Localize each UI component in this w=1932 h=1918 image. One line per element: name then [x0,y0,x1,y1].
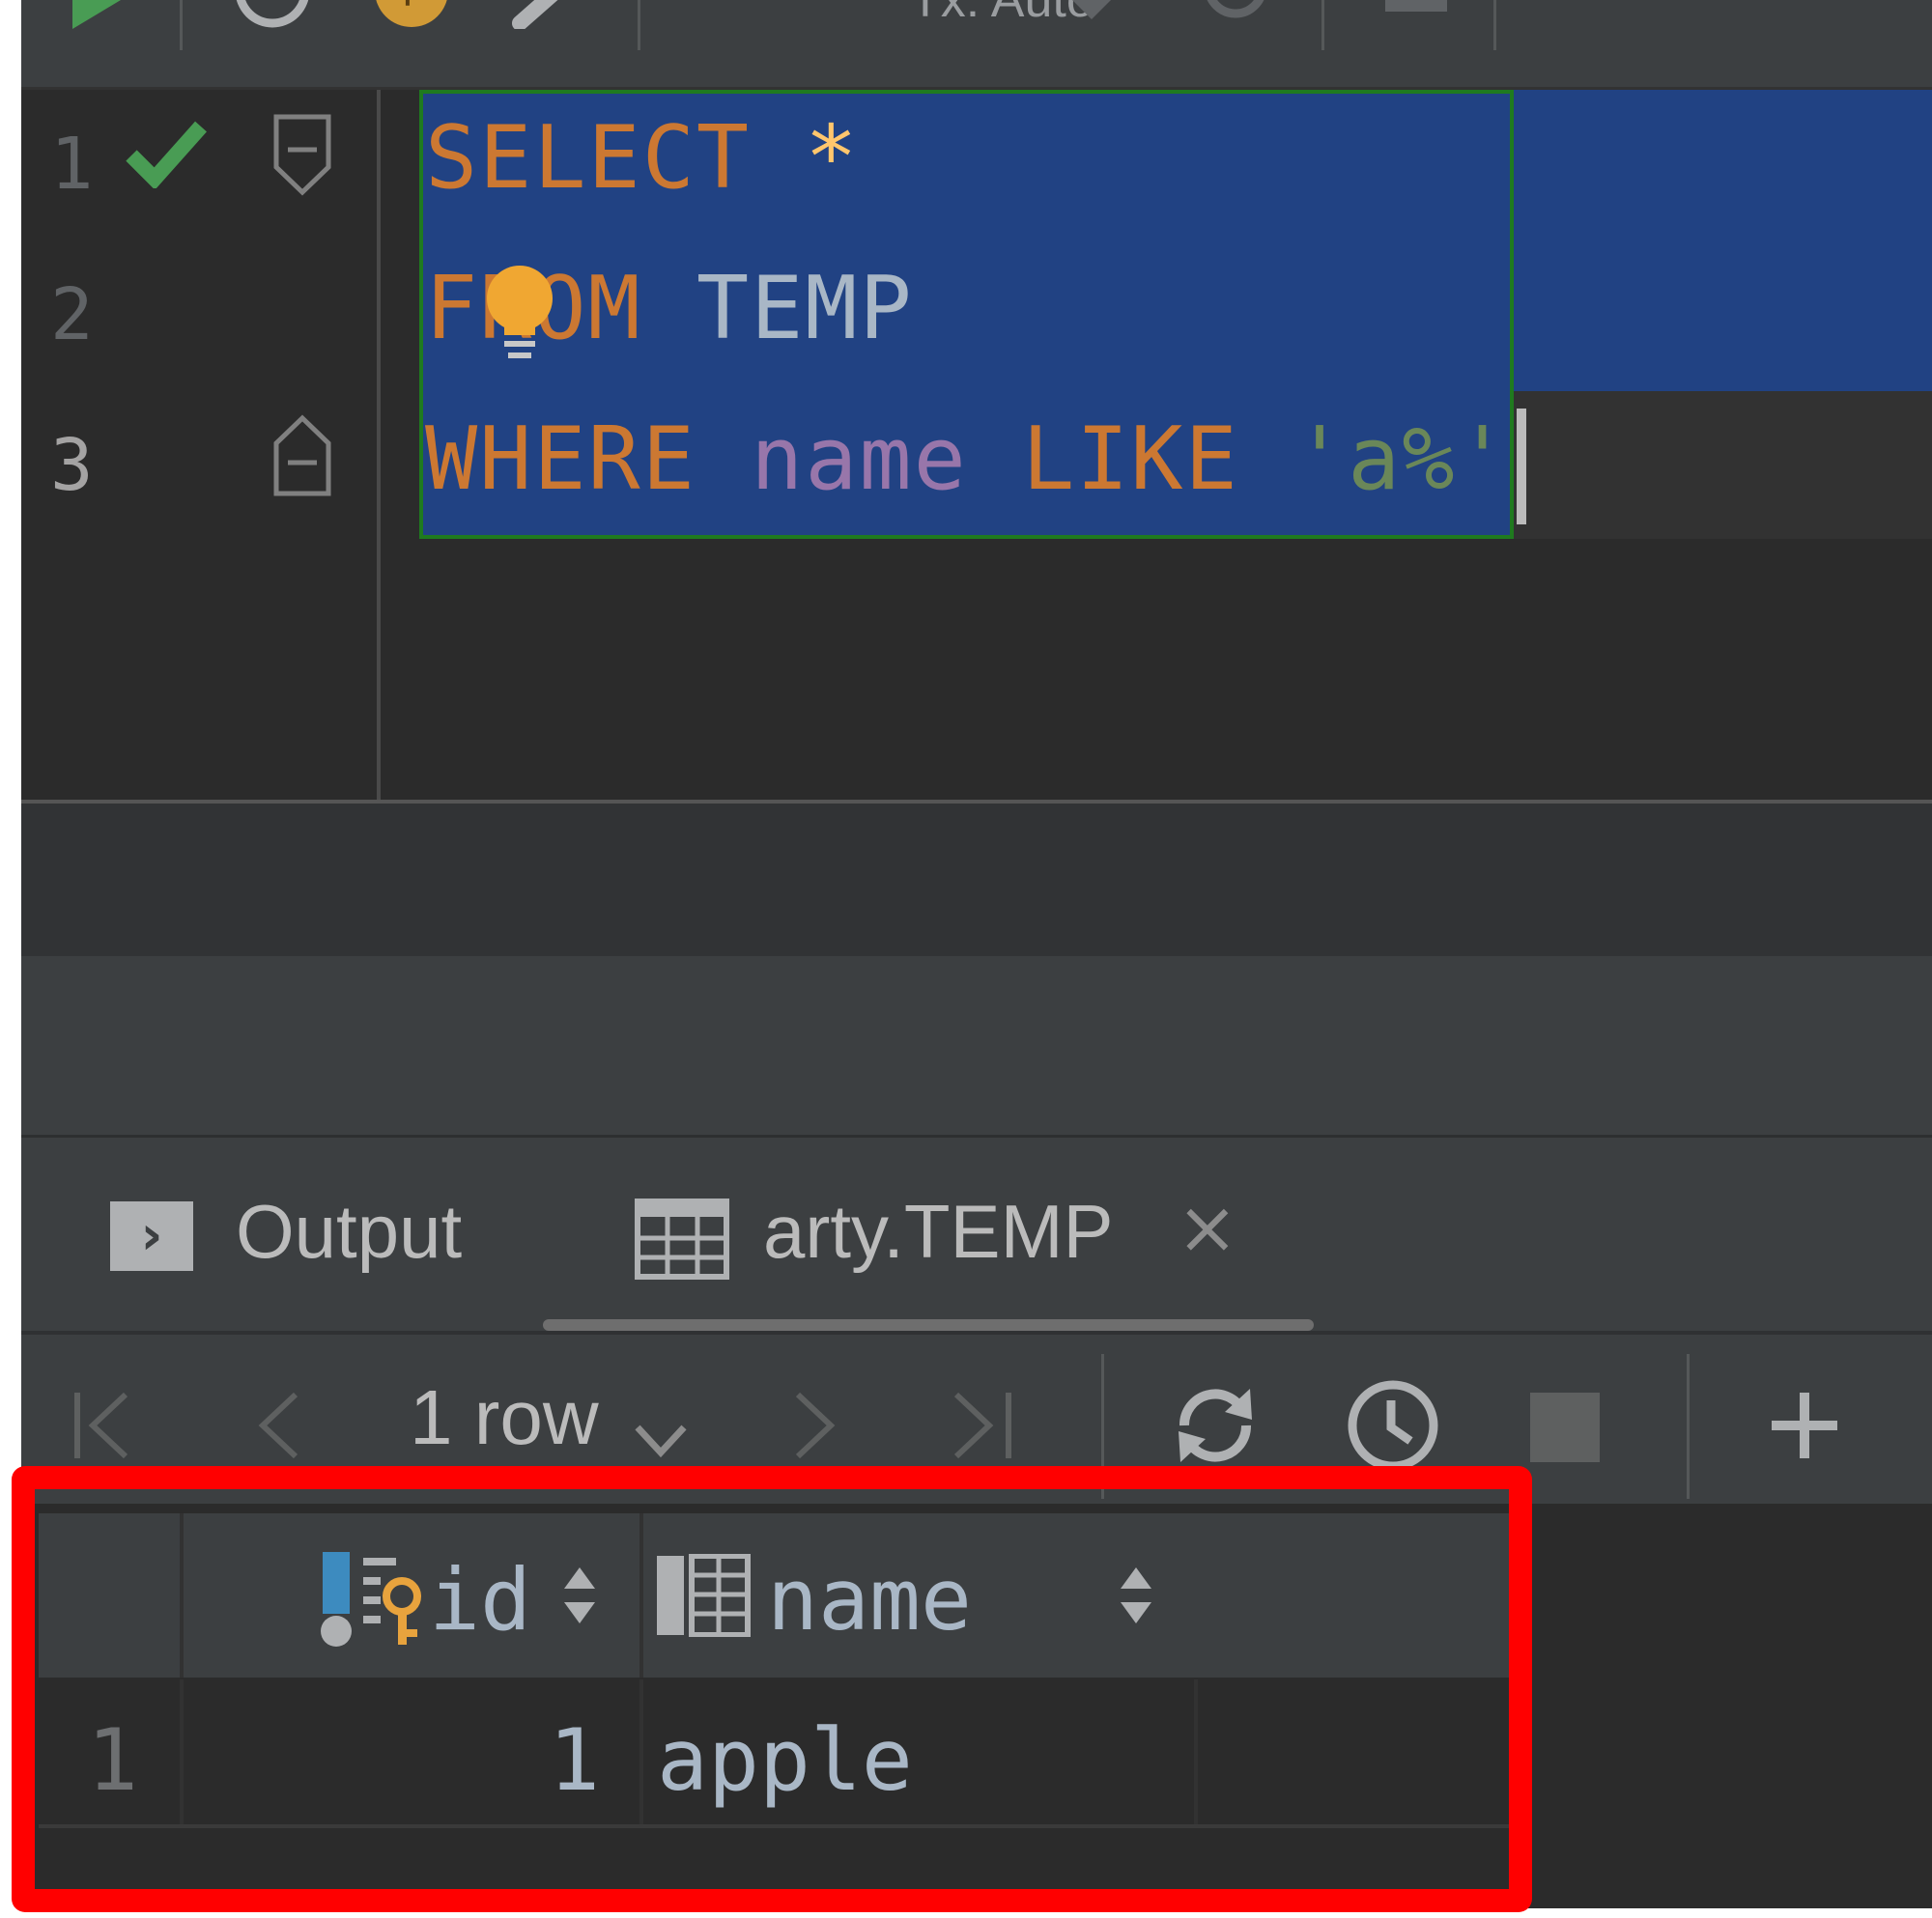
refresh-icon[interactable] [1171,1381,1260,1470]
sql-column-name: name [751,409,968,510]
annotation-highlight-box [12,1466,1532,1912]
last-page-icon[interactable] [951,1389,1016,1462]
tab-arty-temp-label: arty.TEMP [763,1189,1114,1274]
sql-keyword: SELECT [425,107,752,209]
line-number: 2 [50,273,94,356]
clock-icon[interactable] [1345,1377,1441,1474]
sql-star: * [805,107,860,209]
sql-editor[interactable]: 1 SELECT * 2 FROM TEMP 3 [21,90,1932,800]
fold-icon[interactable] [270,111,334,198]
sql-string-literal: 'a%' [1293,409,1511,510]
check-icon [126,121,207,188]
lightbulb-icon[interactable] [481,260,558,366]
stop-icon[interactable] [1530,1393,1600,1462]
editor-line: 3 WHERE name LIKE 'a%' [21,391,1932,542]
editor-line: 2 FROM TEMP [21,240,1932,391]
line-number: 3 [50,424,94,507]
history-icon[interactable] [232,0,313,29]
svg-text:P: P [402,0,425,15]
wrench-icon[interactable] [510,0,578,29]
rollback-icon[interactable] [1202,0,1269,23]
close-icon[interactable]: × [1177,1184,1238,1270]
profile-icon[interactable]: P [371,0,452,29]
editor-toolbar: P Tx: Auto [21,0,1932,90]
console-icon: › [110,1201,193,1271]
commit-icon[interactable] [1063,0,1121,23]
panel-splitter[interactable] [21,956,1932,1138]
tab-output-label: Output [236,1189,463,1274]
editor-breadcrumb-area [21,804,1932,956]
previous-page-icon[interactable] [255,1389,303,1462]
editor-line: 1 SELECT * [21,90,1932,240]
run-icon[interactable] [68,0,126,29]
line-number: 1 [50,123,94,206]
text-caret [1517,409,1526,524]
active-tab-indicator [543,1319,1314,1331]
sql-keyword: LIKE [1022,409,1239,510]
add-row-icon[interactable] [1768,1389,1841,1462]
table-icon [635,1199,729,1280]
stop-icon[interactable] [1385,0,1447,23]
sql-keyword: WHERE [425,409,696,510]
fold-end-icon[interactable] [270,412,334,499]
next-page-icon[interactable] [790,1389,838,1462]
services-tabs: › Output arty.TEMP × [21,1138,1932,1331]
chevron-down-icon[interactable] [634,1424,688,1458]
row-count-dropdown[interactable]: 1 row [410,1373,599,1462]
first-page-icon[interactable] [71,1389,133,1462]
sql-table-name: TEMP [696,258,914,359]
